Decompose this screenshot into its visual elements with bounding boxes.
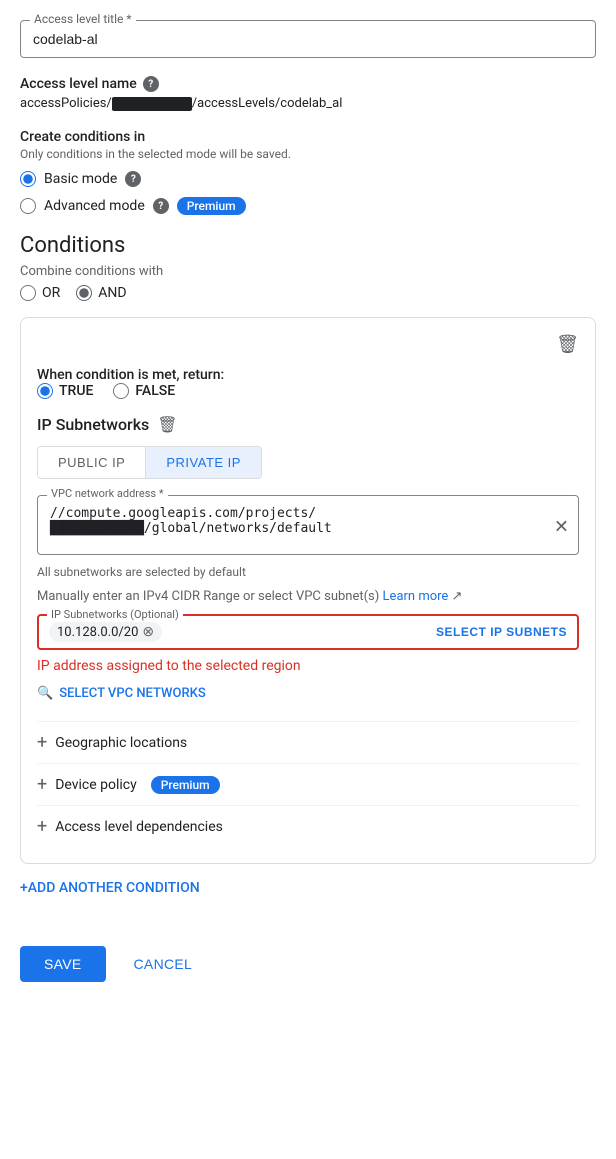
create-conditions-section: Create conditions in Only conditions in …: [20, 129, 596, 215]
device-policy-premium-badge: Premium: [151, 776, 220, 794]
basic-mode-label[interactable]: Basic mode: [44, 171, 117, 187]
create-conditions-title: Create conditions in: [20, 129, 596, 145]
access-level-name-value: accessPolicies//accessLevels/codelab_al: [20, 96, 596, 111]
condition-card: 🗑 When condition is met, return: TRUE FA…: [20, 317, 596, 864]
or-radio[interactable]: [20, 285, 36, 301]
geo-locations-label: Geographic locations: [55, 735, 187, 751]
vpc-address-label: VPC network address *: [47, 487, 168, 500]
advanced-mode-radio[interactable]: [20, 198, 36, 214]
public-ip-tab[interactable]: PUBLIC IP: [38, 447, 146, 478]
redacted-project-id: [112, 97, 192, 111]
ip-chip: 10.128.0.0/20 ⊗: [49, 622, 162, 642]
add-condition-link[interactable]: +ADD ANOTHER CONDITION: [20, 880, 200, 896]
save-button[interactable]: SAVE: [20, 946, 106, 982]
or-label: OR: [42, 285, 60, 301]
chip-remove-icon[interactable]: ⊗: [142, 624, 154, 640]
access-level-deps-expand-icon: +: [37, 816, 47, 837]
conditions-title: Conditions: [20, 233, 596, 258]
learn-more-link[interactable]: Learn more: [383, 589, 449, 604]
access-level-name-label: Access level name: [20, 76, 137, 92]
vpc-address-input[interactable]: //compute.googleapis.com/projects/<span …: [37, 495, 579, 555]
ip-warning: IP address assigned to the selected regi…: [37, 658, 579, 674]
basic-mode-help-icon[interactable]: ?: [125, 171, 141, 187]
manual-enter-row: Manually enter an IPv4 CIDR Range or sel…: [37, 589, 579, 604]
basic-mode-radio[interactable]: [20, 171, 36, 187]
ip-subnets-label: IP Subnetworks (Optional): [47, 608, 183, 621]
true-false-row: TRUE FALSE: [37, 383, 579, 399]
advanced-mode-label[interactable]: Advanced mode: [44, 198, 145, 214]
basic-mode-row: Basic mode ?: [20, 171, 596, 187]
false-radio[interactable]: [113, 383, 129, 399]
and-label: AND: [98, 285, 126, 301]
device-policy-expand-icon: +: [37, 774, 47, 795]
access-level-title-label: Access level title *: [30, 12, 136, 26]
select-ip-subnets-button[interactable]: SELECT IP SUBNETS: [436, 625, 567, 639]
ip-subnetworks-title: IP Subnetworks: [37, 415, 149, 434]
true-label-row[interactable]: TRUE: [37, 383, 93, 399]
geo-locations-row[interactable]: + Geographic locations: [37, 721, 579, 763]
access-level-name-label-row: Access level name ?: [20, 76, 596, 92]
vpc-address-field: VPC network address * //compute.googleap…: [37, 495, 579, 559]
ip-subnets-field: IP Subnetworks (Optional) 10.128.0.0/20 …: [37, 614, 579, 650]
bottom-actions: SAVE CANCEL: [20, 946, 596, 982]
access-level-deps-row[interactable]: + Access level dependencies: [37, 805, 579, 847]
condition-card-header: 🗑: [37, 334, 579, 355]
search-icon: 🔍: [37, 686, 53, 701]
when-condition-label: When condition is met, return:: [37, 367, 579, 383]
access-level-deps-label: Access level dependencies: [55, 819, 223, 835]
advanced-mode-help-icon[interactable]: ?: [153, 198, 169, 214]
and-radio[interactable]: [76, 285, 92, 301]
or-label-row[interactable]: OR: [20, 285, 60, 301]
combine-label: Combine conditions with: [20, 264, 596, 279]
delete-condition-icon[interactable]: 🗑: [556, 334, 579, 355]
device-policy-row[interactable]: + Device policy Premium: [37, 763, 579, 805]
select-vpc-networks-row[interactable]: 🔍 SELECT VPC NETWORKS: [37, 686, 579, 701]
ip-chip-value: 10.128.0.0/20: [57, 625, 138, 640]
ip-tabs: PUBLIC IP PRIVATE IP: [37, 446, 262, 479]
false-label-row[interactable]: FALSE: [113, 383, 175, 399]
vpc-clear-icon[interactable]: ✕: [554, 517, 569, 538]
access-level-name-section: Access level name ? accessPolicies//acce…: [20, 76, 596, 111]
false-label: FALSE: [135, 383, 175, 399]
ip-subnetworks-header: IP Subnetworks 🗑: [37, 415, 579, 434]
true-label: TRUE: [59, 383, 93, 399]
access-level-title-field: Access level title *: [20, 20, 596, 58]
all-subnets-hint: All subnetworks are selected by default: [37, 565, 579, 579]
combine-row: OR AND: [20, 285, 596, 301]
advanced-mode-premium-badge: Premium: [177, 197, 246, 215]
geo-locations-expand-icon: +: [37, 732, 47, 753]
access-level-name-help-icon[interactable]: ?: [143, 76, 159, 92]
and-label-row[interactable]: AND: [76, 285, 126, 301]
private-ip-tab[interactable]: PRIVATE IP: [146, 447, 261, 478]
cancel-button[interactable]: CANCEL: [118, 946, 209, 982]
advanced-mode-row: Advanced mode ? Premium: [20, 197, 596, 215]
device-policy-label: Device policy: [55, 777, 137, 793]
conditions-section: Conditions Combine conditions with OR AN…: [20, 233, 596, 926]
create-conditions-hint: Only conditions in the selected mode wil…: [20, 147, 596, 161]
expandable-section: + Geographic locations + Device policy P…: [37, 721, 579, 847]
true-radio[interactable]: [37, 383, 53, 399]
select-vpc-label: SELECT VPC NETWORKS: [59, 686, 206, 701]
delete-ip-subnetworks-icon[interactable]: 🗑: [157, 415, 177, 434]
